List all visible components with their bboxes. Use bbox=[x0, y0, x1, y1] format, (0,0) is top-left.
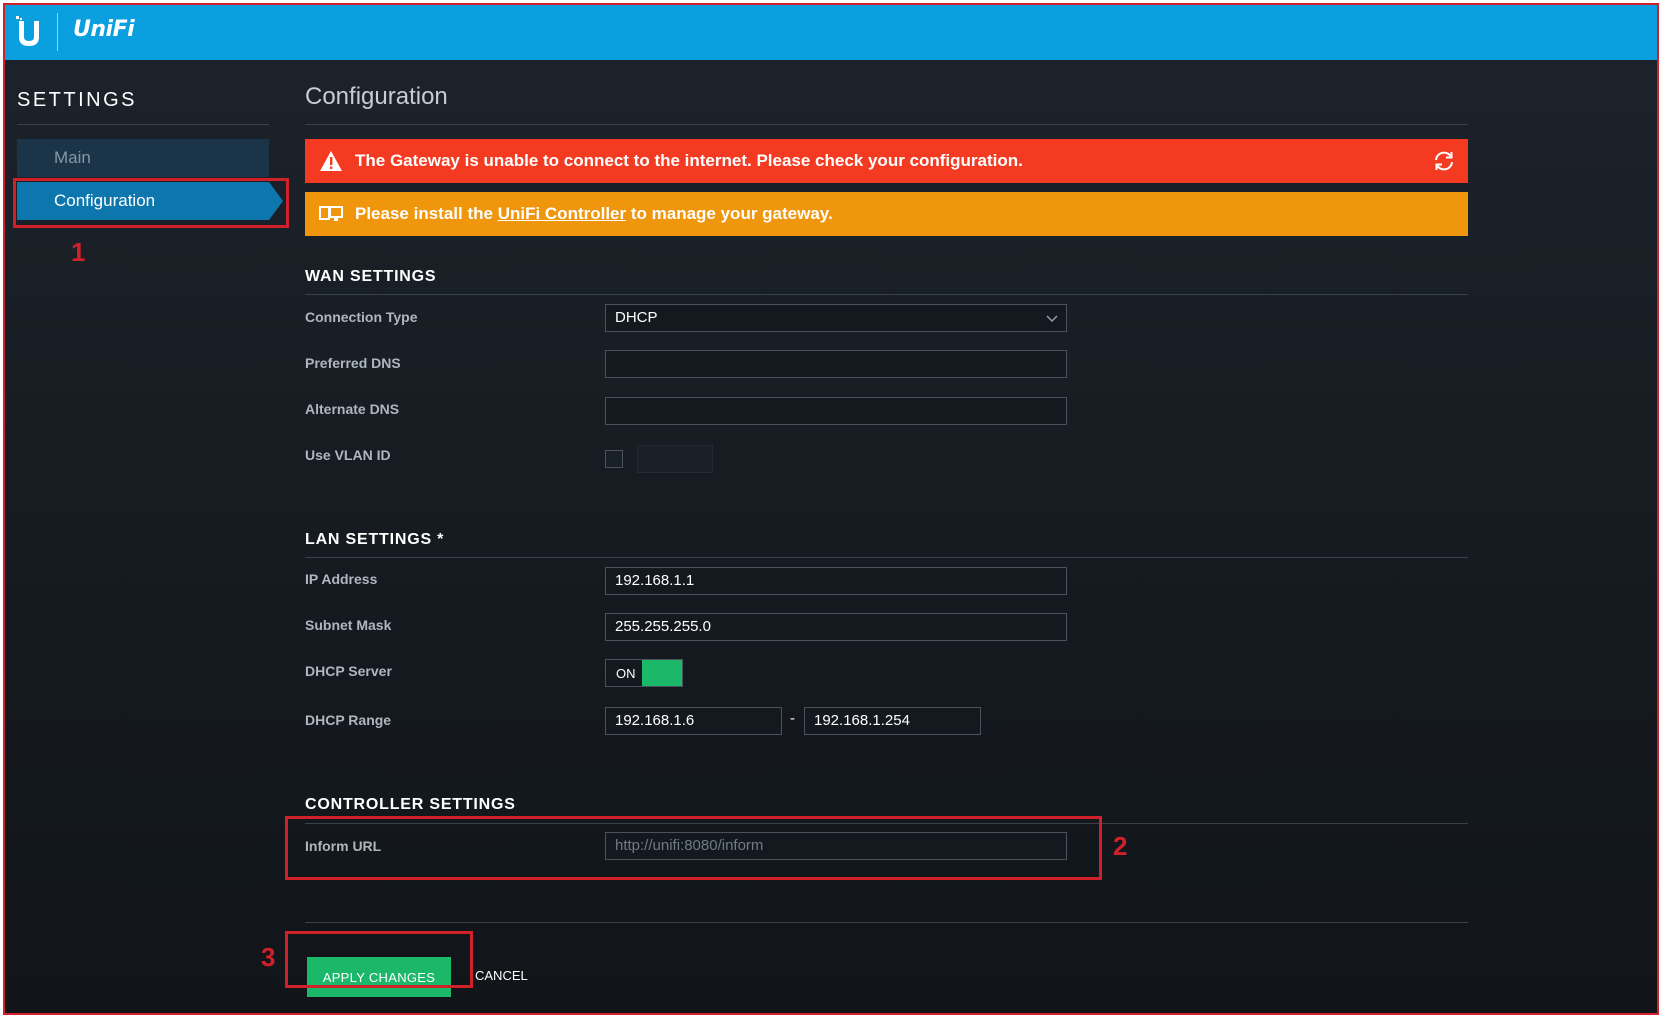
annotation-box-3 bbox=[285, 931, 473, 988]
preferred-dns-label: Preferred DNS bbox=[305, 355, 401, 371]
monitor-icon bbox=[319, 206, 343, 221]
subnet-mask-label: Subnet Mask bbox=[305, 617, 392, 633]
sidebar-divider bbox=[17, 124, 269, 125]
dhcp-range-end-input[interactable]: 192.168.1.254 bbox=[804, 707, 981, 735]
use-vlan-id-checkbox[interactable] bbox=[605, 450, 623, 468]
wan-settings-title: WAN SETTINGS bbox=[305, 268, 437, 285]
error-alert-text: The Gateway is unable to connect to the … bbox=[355, 151, 1023, 170]
page-title: Configuration bbox=[305, 83, 448, 110]
dhcp-range-label: DHCP Range bbox=[305, 712, 392, 728]
title-divider bbox=[305, 124, 1468, 125]
connection-type-label: Connection Type bbox=[305, 309, 418, 325]
top-bar: UniFi bbox=[5, 5, 1657, 60]
dhcp-server-state: ON bbox=[616, 666, 636, 681]
warning-alert-text: Please install the UniFi Controller to m… bbox=[355, 192, 833, 236]
warning-alert-prefix: Please install the bbox=[355, 204, 498, 223]
dhcp-server-toggle[interactable]: ON bbox=[605, 659, 683, 687]
use-vlan-id-label: Use VLAN ID bbox=[305, 447, 391, 463]
cancel-button[interactable]: CANCEL bbox=[475, 968, 528, 983]
annotation-box-1 bbox=[13, 178, 289, 228]
error-alert: The Gateway is unable to connect to the … bbox=[305, 139, 1468, 183]
subnet-mask-input[interactable]: 255.255.255.0 bbox=[605, 613, 1067, 641]
logo-divider bbox=[57, 13, 58, 51]
preferred-dns-input[interactable] bbox=[605, 350, 1067, 378]
ip-address-input[interactable]: 192.168.1.1 bbox=[605, 567, 1067, 595]
ubiquiti-logo-icon[interactable] bbox=[15, 15, 43, 49]
annotation-number-1: 1 bbox=[71, 237, 86, 267]
sidebar-title: SETTINGS bbox=[17, 89, 138, 111]
annotation-number-3: 3 bbox=[261, 942, 276, 972]
unifi-controller-link[interactable]: UniFi Controller bbox=[498, 204, 626, 223]
wan-divider bbox=[305, 294, 1468, 295]
refresh-icon[interactable] bbox=[1432, 149, 1456, 173]
annotation-number-2: 2 bbox=[1113, 831, 1128, 861]
unifi-logo[interactable]: UniFi bbox=[73, 17, 135, 42]
alternate-dns-label: Alternate DNS bbox=[305, 401, 400, 417]
app-window: UniFi SETTINGS Main Configuration 1 Conf… bbox=[3, 3, 1659, 1015]
ip-address-label: IP Address bbox=[305, 571, 378, 587]
lan-divider bbox=[305, 557, 1468, 558]
connection-type-value: DHCP bbox=[615, 309, 658, 326]
dhcp-range-start-input[interactable]: 192.168.1.6 bbox=[605, 707, 782, 735]
toggle-knob bbox=[642, 660, 682, 686]
controller-settings-title: CONTROLLER SETTINGS bbox=[305, 796, 516, 813]
lan-settings-title: LAN SETTINGS * bbox=[305, 531, 445, 548]
connection-type-select[interactable]: DHCP bbox=[605, 304, 1067, 332]
sidebar-item-main[interactable]: Main bbox=[17, 139, 269, 177]
chevron-down-icon bbox=[1046, 315, 1058, 322]
alternate-dns-input[interactable] bbox=[605, 397, 1067, 425]
actions-divider bbox=[305, 922, 1468, 923]
dhcp-range-separator: - bbox=[790, 710, 795, 727]
dhcp-server-label: DHCP Server bbox=[305, 663, 392, 679]
vlan-id-input[interactable] bbox=[637, 445, 713, 473]
warning-alert-suffix: to manage your gateway. bbox=[626, 204, 833, 223]
warning-triangle-icon bbox=[320, 151, 342, 171]
annotation-box-2 bbox=[285, 816, 1102, 880]
warning-alert: Please install the UniFi Controller to m… bbox=[305, 192, 1468, 236]
